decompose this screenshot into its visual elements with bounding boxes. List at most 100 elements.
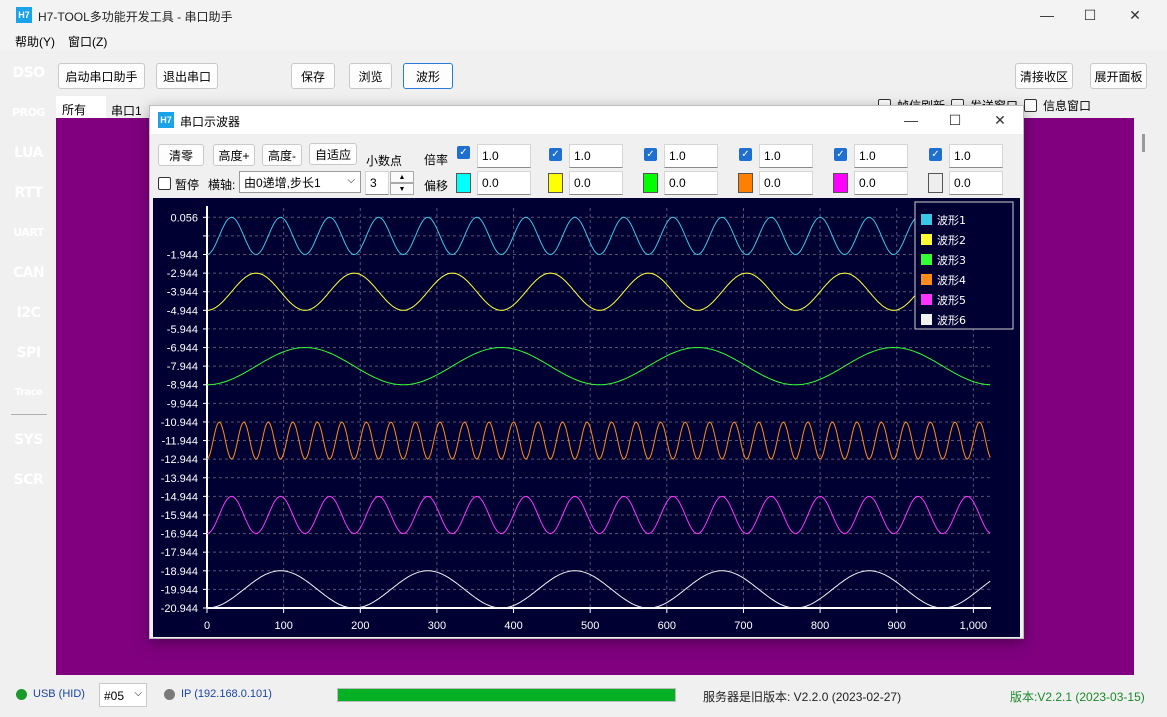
channel6-enable-checkbox[interactable]: ✓ bbox=[929, 148, 942, 161]
decimal-up-icon[interactable]: ▲ bbox=[390, 171, 414, 183]
tab-serial1-label: 串口1 bbox=[111, 104, 142, 118]
clear-receive-button[interactable]: 清接收区 bbox=[1015, 63, 1073, 89]
minimize-button[interactable]: — bbox=[1024, 0, 1070, 30]
y-tick-label: -10.944 bbox=[161, 417, 198, 429]
y-tick-label: -11.944 bbox=[162, 436, 199, 448]
status-bar: USB (HID) #05 ⌵ IP (192.168.0.101) 服务器是旧… bbox=[0, 682, 1167, 717]
channel1-rate-value: 1.0 bbox=[482, 149, 499, 163]
channel5-rate-input[interactable]: 1.0 bbox=[854, 144, 908, 168]
y-tick-label: -4.944 bbox=[167, 305, 198, 317]
scope-maximize-button[interactable]: ☐ bbox=[932, 106, 978, 134]
channel4-rate-value: 1.0 bbox=[764, 149, 781, 163]
progress-fill bbox=[338, 689, 675, 701]
waveform-plot[interactable]: 0 100 200 300 400 500 600 700 800 900 1,000 0.056 -1… bbox=[153, 198, 1020, 637]
sidebar-rtt-button[interactable]: RTT bbox=[13, 177, 44, 208]
channel2-offset-input[interactable]: 0.0 bbox=[569, 171, 623, 195]
channel1-offset-value: 0.0 bbox=[482, 176, 499, 190]
menu-help[interactable]: 帮助(Y) bbox=[15, 33, 55, 50]
progress-bar bbox=[337, 688, 676, 702]
expand-panel-button[interactable]: 展开面板 bbox=[1090, 63, 1147, 89]
decimal-down-icon[interactable]: ▼ bbox=[390, 183, 414, 195]
y-tick-label: -20.944 bbox=[161, 603, 198, 615]
sidebar-lua-label: LUA bbox=[14, 144, 43, 161]
option-info-window-label: 信息窗口 bbox=[1043, 99, 1092, 113]
channel4-offset-value: 0.0 bbox=[764, 176, 781, 190]
sidebar-trace-label: Trace bbox=[14, 387, 43, 398]
legend-swatch bbox=[921, 314, 932, 325]
y-tick-label: -1.944 bbox=[167, 250, 198, 262]
scope-close-button[interactable]: ✕ bbox=[977, 106, 1023, 134]
sidebar-i2c-button[interactable]: I2C bbox=[13, 297, 44, 328]
device-select[interactable]: #05 ⌵ bbox=[99, 683, 147, 707]
sidebar-can-button[interactable]: CAN bbox=[13, 257, 45, 288]
x-tick-label: 700 bbox=[734, 620, 752, 632]
browse-button[interactable]: 浏览 bbox=[349, 63, 392, 89]
right-scroll-strip bbox=[1134, 96, 1167, 675]
channel2-enable-checkbox[interactable]: ✓ bbox=[549, 148, 562, 161]
channel1-color-swatch[interactable] bbox=[456, 173, 471, 193]
channel2-rate-input[interactable]: 1.0 bbox=[569, 144, 623, 168]
maximize-button[interactable]: ☐ bbox=[1067, 0, 1113, 30]
tab-serial1[interactable]: 串口1 bbox=[106, 96, 152, 118]
channel3-offset-input[interactable]: 0.0 bbox=[664, 171, 718, 195]
pause-label: 暂停 bbox=[175, 178, 200, 192]
channel6-offset-value: 0.0 bbox=[954, 176, 971, 190]
channel4-enable-checkbox[interactable]: ✓ bbox=[739, 148, 752, 161]
channel2-offset-value: 0.0 bbox=[574, 176, 591, 190]
sidebar-prog-button[interactable]: PROG bbox=[12, 97, 45, 128]
tab-all[interactable]: 所有 bbox=[56, 96, 106, 118]
exit-serial-button[interactable]: 退出串口 bbox=[156, 63, 218, 89]
chevron-down-icon: ⌵ bbox=[134, 688, 142, 699]
title-bar: H7 H7-TOOL多功能开发工具 - 串口助手 — ☐ ✕ bbox=[0, 0, 1167, 30]
option-info-window-checkbox[interactable] bbox=[1024, 99, 1038, 112]
channel5-offset-input[interactable]: 0.0 bbox=[854, 171, 908, 195]
channel4-offset-input[interactable]: 0.0 bbox=[759, 171, 813, 195]
channel3-color-swatch[interactable] bbox=[643, 173, 658, 193]
menu-window[interactable]: 窗口(Z) bbox=[68, 33, 107, 50]
legend-label: 波形1 bbox=[937, 214, 966, 227]
y-tick-label: -16.944 bbox=[161, 529, 198, 541]
usb-status-text: USB (HID) bbox=[33, 688, 85, 700]
legend-swatch bbox=[921, 274, 932, 285]
legend-swatch bbox=[921, 234, 932, 245]
sidebar-spi-button[interactable]: SPI bbox=[13, 337, 44, 368]
scope-logo-icon: H7 bbox=[158, 112, 174, 128]
sidebar-dso-button[interactable]: DSO bbox=[12, 57, 45, 88]
x-tick-label: 0 bbox=[204, 620, 210, 632]
y-tick-label: -17.944 bbox=[161, 547, 198, 559]
channel4-color-swatch[interactable] bbox=[738, 173, 753, 193]
channel5-enable-checkbox[interactable]: ✓ bbox=[834, 148, 847, 161]
waveform-button[interactable]: 波形 bbox=[403, 63, 453, 89]
channel2-color-swatch[interactable] bbox=[548, 173, 563, 193]
close-button[interactable]: ✕ bbox=[1112, 0, 1158, 30]
start-serial-button[interactable]: 启动串口助手 bbox=[58, 63, 145, 89]
channel6-color-swatch[interactable] bbox=[928, 173, 943, 193]
channel3-enable-checkbox[interactable]: ✓ bbox=[644, 148, 657, 161]
pause-checkbox[interactable] bbox=[158, 177, 171, 190]
scope-minimize-button[interactable]: — bbox=[888, 106, 934, 134]
xaxis-select[interactable]: 由0递增,步长1 ⌵ bbox=[239, 171, 361, 193]
sidebar-scr-button[interactable]: SCR bbox=[13, 464, 44, 495]
channel5-color-swatch[interactable] bbox=[833, 173, 848, 193]
channel6-rate-input[interactable]: 1.0 bbox=[949, 144, 1003, 168]
height-plus-button[interactable]: 高度+ bbox=[213, 144, 255, 166]
channel6-offset-input[interactable]: 0.0 bbox=[949, 171, 1003, 195]
scrollbar-thumb[interactable] bbox=[1142, 134, 1145, 152]
sidebar-spi-label: SPI bbox=[16, 344, 41, 361]
channel1-enable-checkbox[interactable]: ✓ bbox=[457, 146, 470, 159]
sidebar-trace-button[interactable]: Trace bbox=[13, 377, 44, 408]
decimal-input[interactable]: 3 bbox=[365, 171, 389, 195]
height-minus-button[interactable]: 高度- bbox=[262, 144, 302, 166]
sidebar-sys-button[interactable]: SYS bbox=[13, 424, 44, 455]
channel4-rate-input[interactable]: 1.0 bbox=[759, 144, 813, 168]
ip-status-text: IP (192.168.0.101) bbox=[181, 688, 272, 700]
save-button[interactable]: 保存 bbox=[291, 63, 335, 89]
sidebar-uart-button[interactable]: UART bbox=[13, 217, 44, 248]
sidebar-lua-button[interactable]: LUA bbox=[13, 137, 44, 168]
channel1-offset-input[interactable]: 0.0 bbox=[477, 171, 531, 195]
zero-button[interactable]: 清零 bbox=[158, 144, 204, 166]
channel3-rate-input[interactable]: 1.0 bbox=[664, 144, 718, 168]
x-tick-label: 1,000 bbox=[960, 620, 988, 632]
channel1-rate-input[interactable]: 1.0 bbox=[477, 144, 531, 168]
auto-fit-button[interactable]: 自适应 bbox=[309, 143, 357, 165]
